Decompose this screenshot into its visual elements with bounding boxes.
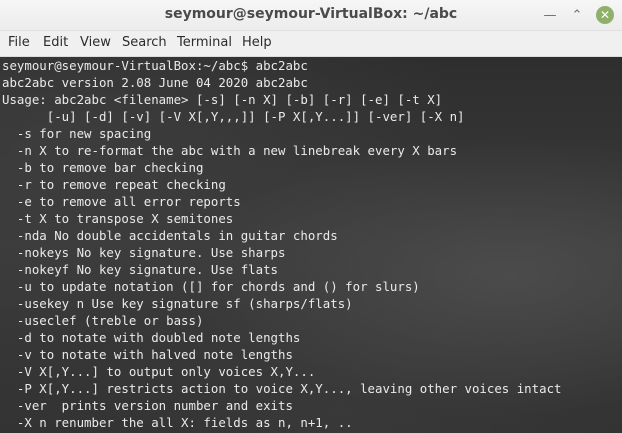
- terminal-line: -r to remove repeat checking: [2, 177, 226, 192]
- terminal-line: -nda No double accidentals in guitar cho…: [2, 228, 338, 243]
- menu-edit[interactable]: Edit: [43, 35, 68, 50]
- terminal-line: -e to remove all error reports: [2, 194, 241, 209]
- terminal-line: -useclef (treble or bass): [2, 313, 204, 328]
- terminal-window: seymour@seymour-VirtualBox: ~/abc — ⌃ ✕ …: [0, 0, 622, 433]
- menu-bar: File Edit View Search Terminal Help: [0, 31, 622, 57]
- terminal-line: -nokeys No key signature. Use sharps: [2, 245, 286, 260]
- terminal-line: -nokeyf No key signature. Use flats: [2, 262, 279, 277]
- minimize-button[interactable]: —: [541, 6, 559, 24]
- menu-terminal[interactable]: Terminal: [177, 35, 232, 50]
- menu-file[interactable]: File: [8, 35, 30, 50]
- terminal-line: -X n renumber the all X: fields as n, n+…: [2, 415, 353, 430]
- terminal-line: -t X to transpose X semitones: [2, 211, 234, 226]
- terminal-line: -b to remove bar checking: [2, 160, 204, 175]
- terminal-line: [-u] [-d] [-v] [-V X[,Y,,,]] [-P X[,Y...…: [2, 109, 465, 124]
- terminal-line: -v to notate with halved note lengths: [2, 347, 293, 362]
- terminal-line: seymour@seymour-VirtualBox:~/abc$ abc2ab…: [2, 58, 308, 73]
- menu-view[interactable]: View: [80, 35, 111, 50]
- title-bar[interactable]: seymour@seymour-VirtualBox: ~/abc — ⌃ ✕: [0, 0, 622, 31]
- terminal-line: -ver prints version number and exits: [2, 398, 293, 413]
- terminal-line: abc2abc version 2.08 June 04 2020 abc2ab…: [2, 75, 308, 90]
- close-button[interactable]: ✕: [596, 6, 614, 24]
- terminal-line: -s for new spacing: [2, 126, 152, 141]
- terminal-line: -usekey n Use key signature sf (sharps/f…: [2, 296, 353, 311]
- maximize-button[interactable]: ⌃: [568, 6, 586, 24]
- terminal-line: -P X[,Y...] restricts action to voice X,…: [2, 381, 562, 396]
- terminal-line: -n X to re-format the abc with a new lin…: [2, 143, 458, 158]
- terminal-line: Usage: abc2abc <filename> [-s] [-n X] [-…: [2, 92, 443, 107]
- menu-search[interactable]: Search: [122, 35, 167, 50]
- menu-help[interactable]: Help: [242, 35, 272, 50]
- terminal-line: -V X[,Y...] to output only voices X,Y...: [2, 364, 316, 379]
- terminal-line: -d to notate with doubled note lengths: [2, 330, 301, 345]
- terminal-output[interactable]: seymour@seymour-VirtualBox:~/abc$ abc2ab…: [0, 57, 622, 433]
- terminal-line: -u to update notation ([] for chords and…: [2, 279, 420, 294]
- window-title: seymour@seymour-VirtualBox: ~/abc: [164, 6, 458, 22]
